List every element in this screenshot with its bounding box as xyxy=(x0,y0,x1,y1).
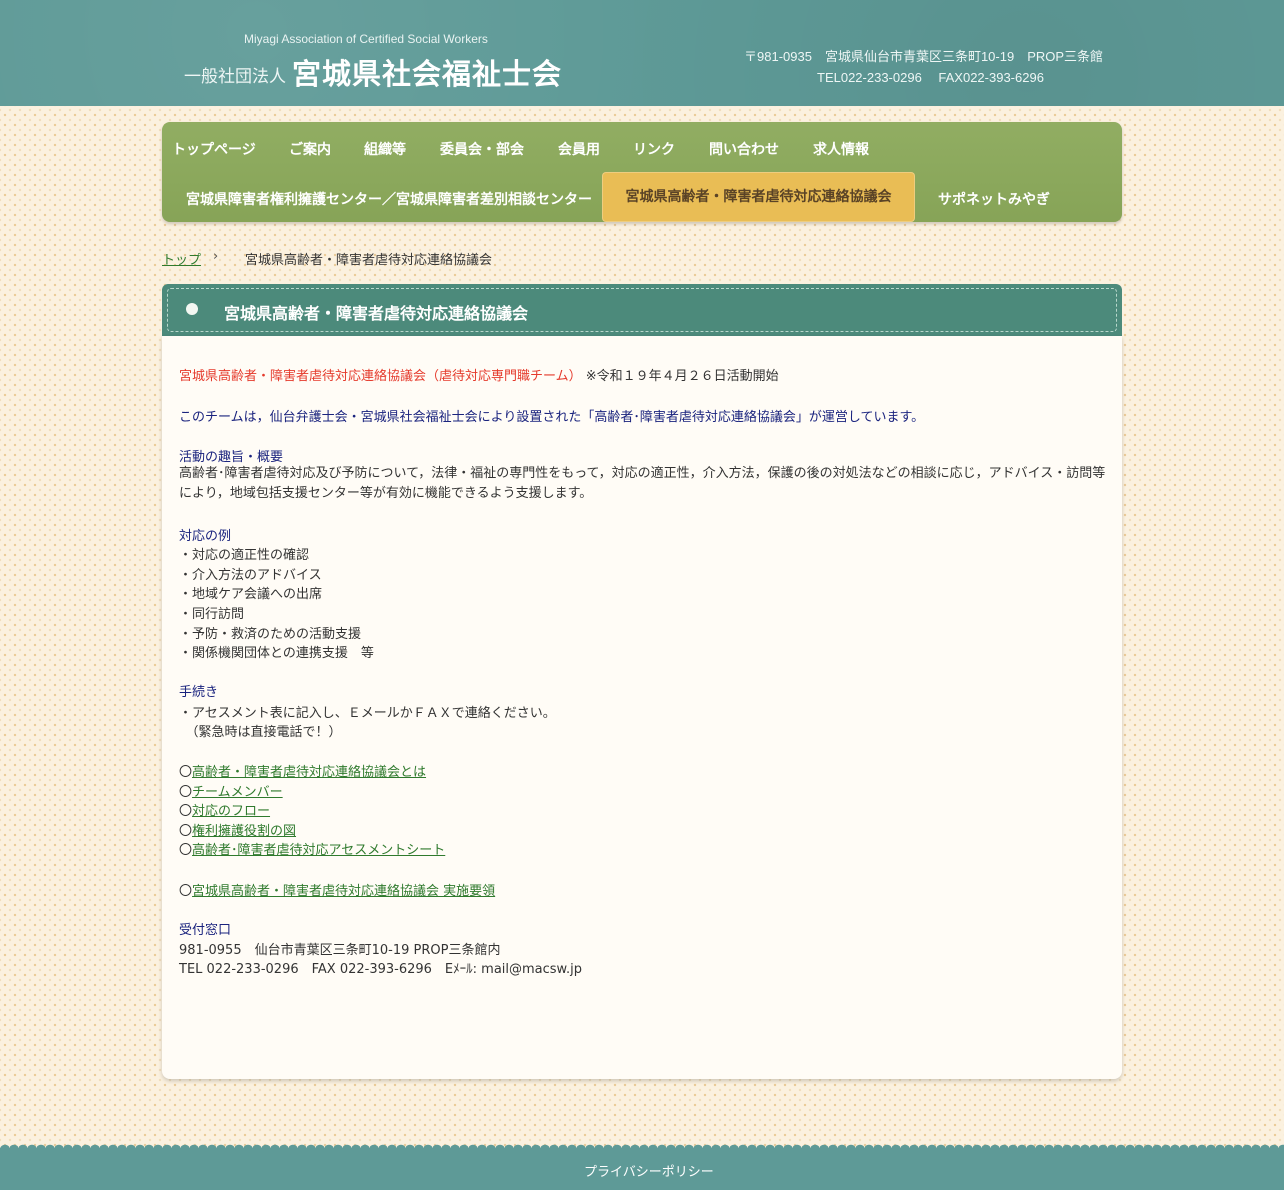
link-row: 〇対応のフロー xyxy=(179,800,270,819)
example-item: ・地域ケア会議への出席 xyxy=(179,587,323,602)
purpose-heading: 活動の趣旨・概要 xyxy=(179,450,284,465)
page-title: 宮城県高齢者・障害者虐待対応連絡協議会 xyxy=(224,304,529,323)
example-item: ・関係機関団体との連携支援 等 xyxy=(179,646,374,661)
link-implementation-guidelines[interactable]: 宮城県高齢者・障害者虐待対応連絡協議会 実施要領 xyxy=(192,884,495,899)
main-content: 宮城県高齢者・障害者虐待対応連絡協議会（虐待対応専門職チーム） ※令和１９年４月… xyxy=(162,336,1122,1079)
link-assessment-sheet[interactable]: 高齢者･障害者虐待対応アセスメントシート xyxy=(192,843,445,858)
example-item: ・予防・救済のための活動支援 xyxy=(179,627,362,642)
main-navigation: トップページ ご案内 組織等 委員会・部会 会員用 リンク 問い合わせ 求人情報… xyxy=(162,122,1122,222)
nav-rights-center[interactable]: 宮城県障害者権利擁護センター／宮城県障害者差別相談センター xyxy=(186,189,592,209)
circle-bullet-icon: 〇 xyxy=(179,804,193,819)
circle-bullet-icon: 〇 xyxy=(179,843,193,858)
link-row: 〇宮城県高齢者・障害者虐待対応連絡協議会 実施要領 xyxy=(179,880,495,899)
header-address: 〒981-0935 宮城県仙台市青葉区三条町10-19 PROP三条館 xyxy=(744,49,1104,64)
nav-members[interactable]: 会員用 xyxy=(558,139,600,159)
intro-start-note: ※令和１９年４月２６日活動開始 xyxy=(585,369,779,384)
header-phone: TEL022-233-0296 FAX022-393-6296 xyxy=(817,70,1044,85)
link-row: 〇高齢者・障害者虐待対応連絡協議会とは xyxy=(179,761,426,780)
site-footer: プライバシーポリシー xyxy=(0,1148,1284,1190)
link-advocacy-diagram[interactable]: 権利擁護役割の図 xyxy=(192,824,296,839)
link-row: 〇高齢者･障害者虐待対応アセスメントシート xyxy=(179,839,445,858)
team-description: このチームは，仙台弁護士会・宮城県社会福祉士会により設置された「高齢者･障害者虐… xyxy=(179,410,925,425)
nav-organization[interactable]: 組織等 xyxy=(364,139,406,159)
reception-contact: TEL 022-233-0296 FAX 022-393-6296 Eﾒｰﾙ: … xyxy=(179,962,582,977)
procedure-heading: 手続き xyxy=(179,685,219,700)
page-title-bar: 宮城県高齢者・障害者虐待対応連絡協議会 xyxy=(162,284,1122,336)
org-english-name: Miyagi Association of Certified Social W… xyxy=(244,32,488,46)
reception-heading: 受付窓口 xyxy=(179,923,232,938)
purpose-text: 高齢者･障害者虐待対応及び予防について，法律・福祉の専門性をもって，対応の適正性… xyxy=(179,466,1106,501)
breadcrumb-separator: › xyxy=(213,249,219,264)
breadcrumb-current: 宮城県高齢者・障害者虐待対応連絡協議会 xyxy=(245,253,493,268)
example-item: ・介入方法のアドバイス xyxy=(179,568,322,583)
link-team-members[interactable]: チームメンバー xyxy=(192,785,283,800)
intro-team-name: 宮城県高齢者・障害者虐待対応連絡協議会（虐待対応専門職チーム） xyxy=(179,369,582,384)
nav-jobs[interactable]: 求人情報 xyxy=(813,139,869,159)
nav-guide[interactable]: ご案内 xyxy=(289,139,331,159)
nav-committees[interactable]: 委員会・部会 xyxy=(440,139,524,159)
nav-saponet[interactable]: サポネットみやぎ xyxy=(938,189,1050,209)
circle-bullet-icon: 〇 xyxy=(179,884,193,899)
site-header: Miyagi Association of Certified Social W… xyxy=(0,0,1284,106)
circle-bullet-icon: 〇 xyxy=(179,765,193,780)
link-about-council[interactable]: 高齢者・障害者虐待対応連絡協議会とは xyxy=(192,765,426,780)
link-row: 〇権利擁護役割の図 xyxy=(179,820,296,839)
circle-bullet-icon: 〇 xyxy=(179,824,193,839)
circle-bullet-icon: 〇 xyxy=(179,785,193,800)
example-item: ・対応の適正性の確認 xyxy=(179,548,310,563)
example-item: ・同行訪問 xyxy=(179,607,245,622)
privacy-policy-link[interactable]: プライバシーポリシー xyxy=(584,1161,714,1180)
intro-line: 宮城県高齢者・障害者虐待対応連絡協議会（虐待対応専門職チーム） ※令和１９年４月… xyxy=(179,365,779,384)
org-prefix: 一般社団法人 xyxy=(184,67,286,87)
procedure-line: （緊急時は直接電話で！） xyxy=(179,725,342,740)
site-logo-title[interactable]: 宮城県社会福祉士会 xyxy=(292,51,562,93)
nav-abuse-council-active[interactable]: 宮城県高齢者・障害者虐待対応連絡協議会 xyxy=(602,172,915,222)
breadcrumb-home[interactable]: トップ xyxy=(162,249,201,268)
link-response-flow[interactable]: 対応のフロー xyxy=(192,804,270,819)
reception-address: 981-0955 仙台市青葉区三条町10-19 PROP三条館内 xyxy=(179,943,501,958)
procedure-line: ・アセスメント表に記入し、ＥメールかＦＡＸで連絡ください。 xyxy=(179,706,556,721)
nav-top-page[interactable]: トップページ xyxy=(172,139,256,159)
link-row: 〇チームメンバー xyxy=(179,781,283,800)
bullet-dot-icon xyxy=(186,303,198,315)
nav-links[interactable]: リンク xyxy=(633,139,675,159)
examples-heading: 対応の例 xyxy=(179,529,232,544)
nav-contact[interactable]: 問い合わせ xyxy=(709,139,779,159)
